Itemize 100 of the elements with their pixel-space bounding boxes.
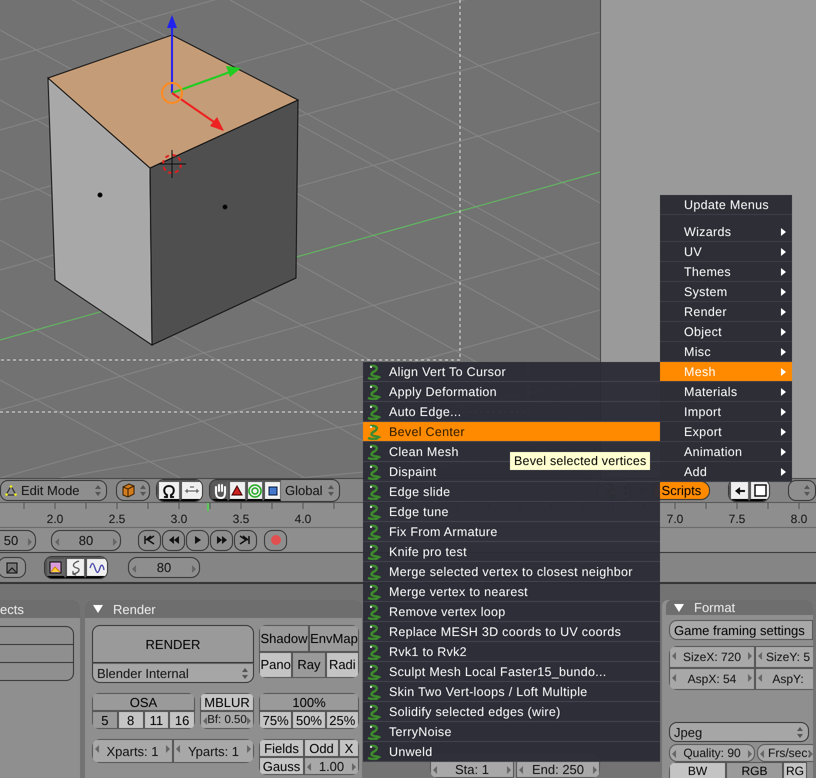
image-button[interactable]	[0, 557, 26, 578]
size-button[interactable]: 100%	[259, 693, 359, 711]
toggle-button[interactable]: EnvMap	[308, 625, 359, 652]
sequence-button[interactable]	[65, 557, 85, 578]
panel-tab[interactable]: ects	[0, 600, 80, 618]
panel-header[interactable]: Format	[666, 600, 813, 615]
skip-end-button[interactable]	[234, 530, 257, 550]
toggle-button[interactable]: Radi	[326, 652, 359, 678]
panel-header[interactable]: Render	[85, 600, 362, 618]
skip-end-icon	[239, 534, 252, 546]
blur-factor-field[interactable]: Bf: 0.50	[200, 711, 254, 729]
menu-item[interactable]: Update Menus	[660, 195, 792, 215]
square-button[interactable]	[263, 480, 281, 501]
renderer-dropdown[interactable]: Blender Internal	[92, 663, 254, 683]
render-view-button[interactable]	[45, 557, 65, 578]
mode-dropdown[interactable]: Edit Mode	[0, 480, 108, 501]
menu-item[interactable]: Solidify selected edges (wire)	[363, 702, 660, 722]
toggle-button[interactable]: Odd	[304, 739, 339, 757]
menu-item[interactable]: Edge slide	[363, 482, 660, 502]
menu-item[interactable]: Wizards	[660, 222, 792, 242]
triangle-button[interactable]	[228, 480, 246, 501]
tick-label: 2.0	[46, 512, 64, 526]
toggle-button[interactable]: Fields	[259, 739, 304, 757]
toggle-button[interactable]: Shadow	[259, 625, 309, 652]
rewind-button[interactable]	[162, 530, 185, 550]
menu-item[interactable]: Object	[660, 322, 792, 342]
size-button[interactable]: 75%	[259, 711, 292, 729]
menu-item[interactable]: Replace MESH 3D coords to UV coords	[363, 622, 660, 642]
current-frame-marker	[207, 503, 209, 511]
submenu-arrow-icon	[781, 468, 786, 476]
menu-item[interactable]: Knife pro test	[363, 542, 660, 562]
aspect-x-field[interactable]: AspX: 54	[669, 668, 755, 690]
mblur-toggle[interactable]: MBLUR	[200, 693, 254, 711]
filter-size-field[interactable]: 1.00	[304, 757, 359, 775]
list-field[interactable]	[0, 645, 74, 663]
size-button[interactable]: 25%	[326, 711, 359, 729]
color-mode-button[interactable]: RGB	[726, 762, 783, 778]
menu-item[interactable]: Render	[660, 302, 792, 322]
quality-field[interactable]: Quality: 90	[669, 744, 755, 762]
record-button[interactable]	[264, 530, 287, 550]
filter-button[interactable]: Gauss	[259, 757, 304, 775]
toggle-button[interactable]: Pano	[259, 652, 292, 678]
size-x-field[interactable]: SizeX: 720	[669, 646, 755, 668]
menu-item[interactable]: Themes	[660, 262, 792, 282]
scroll-dropdown[interactable]	[788, 480, 816, 501]
osa-level-button[interactable]: 8	[118, 711, 144, 729]
circle-button[interactable]	[246, 480, 264, 501]
osa-level-button[interactable]: 5	[92, 711, 118, 729]
hand-button[interactable]	[210, 480, 228, 501]
tick-label: 4.0	[294, 512, 312, 526]
back-button[interactable]	[729, 480, 750, 501]
list-field[interactable]	[0, 626, 74, 645]
submenu-arrow-icon	[781, 248, 786, 256]
osa-level-button[interactable]: 16	[169, 711, 195, 729]
end-frame-field[interactable]: 80	[51, 530, 121, 550]
toggle-button[interactable]: X	[339, 739, 359, 757]
pivot-button[interactable]	[157, 480, 180, 501]
osa-level-button[interactable]: 11	[144, 711, 170, 729]
preset-button[interactable]: Game framing settings	[669, 620, 813, 640]
play-button[interactable]	[186, 530, 209, 550]
menu-item[interactable]: UV	[660, 242, 792, 262]
menu-item[interactable]: Edge tune	[363, 502, 660, 522]
sound-button[interactable]	[85, 557, 107, 578]
menu-item[interactable]: Rvk1 to Rvk2	[363, 642, 660, 662]
menu-item[interactable]: Skin Two Vert-loops / Loft Multiple	[363, 682, 660, 702]
yparts-field[interactable]: Yparts: 1	[173, 739, 254, 763]
submenu-arrow-icon	[781, 388, 786, 396]
up-down-arrows-icon	[796, 726, 804, 738]
snake-icon	[366, 564, 382, 580]
menu-item[interactable]: TerryNoise	[363, 722, 660, 742]
fps-field[interactable]: Frs/sec:	[757, 744, 813, 762]
window-button[interactable]	[749, 480, 769, 501]
submenu-arrow-icon	[781, 348, 786, 356]
menu-item[interactable]: Unweld	[363, 742, 660, 762]
object-button[interactable]	[116, 480, 150, 501]
menu-item[interactable]: System	[660, 282, 792, 302]
menu-item[interactable]: Merge vertex to nearest	[363, 582, 660, 602]
fast-forward-button[interactable]	[210, 530, 233, 550]
toggle-button[interactable]: Ray	[292, 652, 326, 678]
frame-field[interactable]: 80	[128, 557, 200, 578]
list-field[interactable]	[0, 663, 74, 681]
file-type-dropdown[interactable]: Jpeg	[669, 722, 809, 742]
menu-item[interactable]: Align Vert To Cursor	[363, 362, 660, 382]
osa-toggle[interactable]: OSA	[92, 693, 195, 711]
render-button[interactable]: RENDER	[92, 625, 254, 663]
menu-item[interactable]: Fix From Armature	[363, 522, 660, 542]
snap-button[interactable]	[180, 480, 202, 501]
menu-item[interactable]: Bevel Center	[363, 422, 660, 442]
color-mode-button[interactable]: RG	[783, 762, 807, 778]
menu-item[interactable]: Merge selected vertex to closest neighbor	[363, 562, 660, 582]
snake-icon	[366, 504, 382, 520]
color-mode-button[interactable]: BW	[669, 762, 726, 778]
xparts-field[interactable]: Xparts: 1	[92, 739, 173, 763]
skip-start-button[interactable]	[138, 530, 161, 550]
menu-item[interactable]: Apply Deformation	[363, 382, 660, 402]
menu-item[interactable]: Remove vertex loop	[363, 602, 660, 622]
menu-item[interactable]: Sculpt Mesh Local Faster15_bundo...	[363, 662, 660, 682]
orientation-dropdown[interactable]: Global	[280, 480, 339, 501]
size-button[interactable]: 50%	[292, 711, 326, 729]
image-icon	[6, 562, 18, 574]
